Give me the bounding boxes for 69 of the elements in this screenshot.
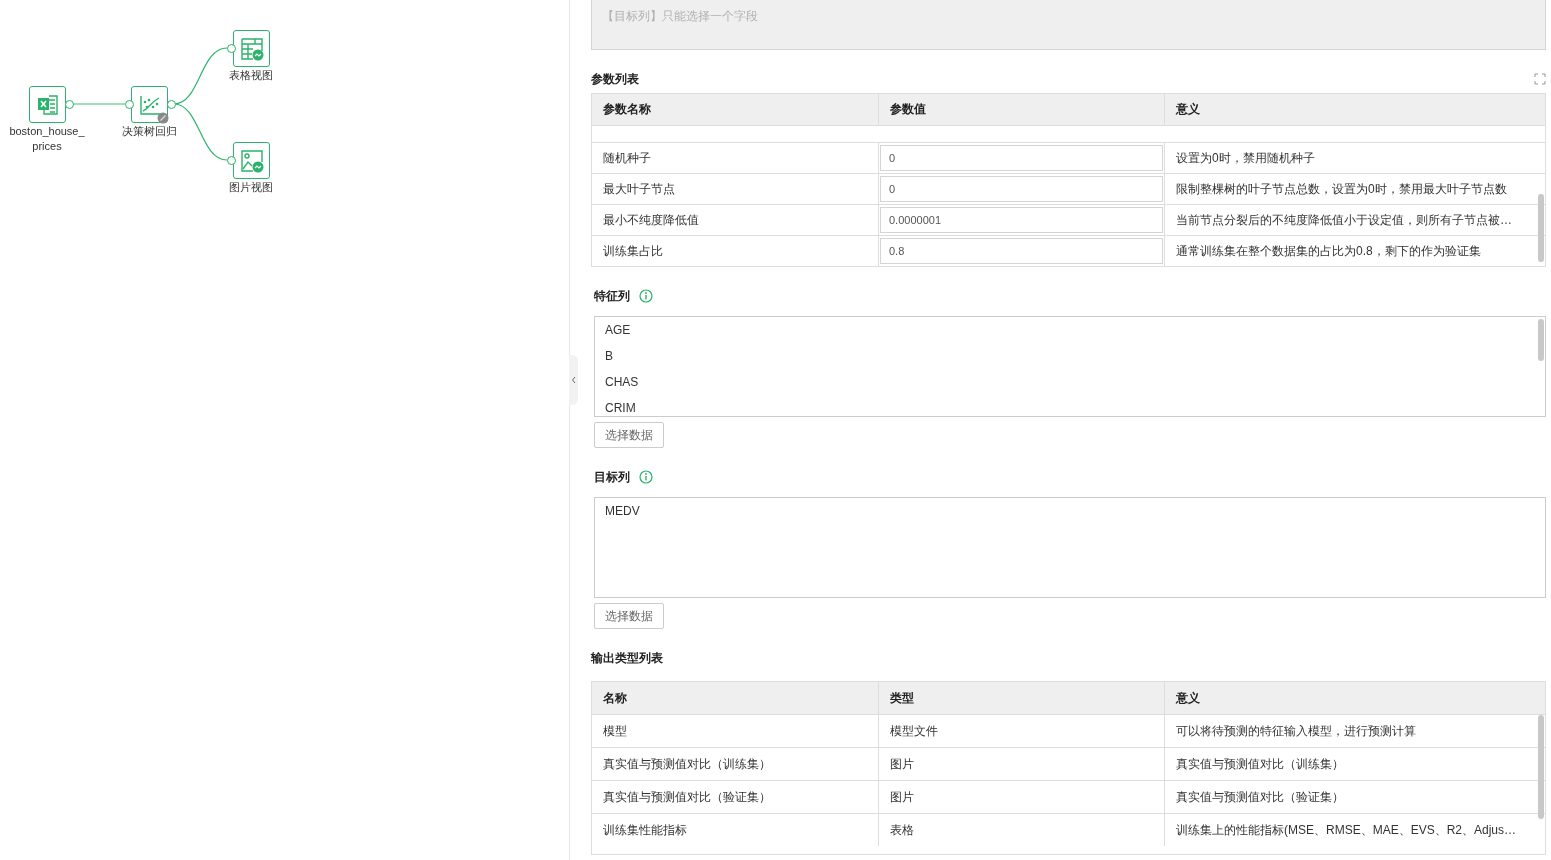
scrollbar[interactable] xyxy=(1538,194,1544,262)
table-cell-text: 当前节点分裂后的不纯度降低值小于设定值，则所有子节点被… xyxy=(1175,211,1513,229)
column-list[interactable]: MEDV xyxy=(594,497,1546,598)
info-icon xyxy=(639,289,653,303)
scrollbar[interactable] xyxy=(1538,319,1544,361)
list-item[interactable]: CHAS xyxy=(605,373,639,399)
table-cell-text: 限制整棵树的叶子节点总数，设置为0时，禁用最大叶子节点数 xyxy=(1175,180,1508,198)
table-cell-text: 设置为0时，禁用随机种子 xyxy=(1175,149,1316,167)
table-cell: 模型 xyxy=(592,715,879,747)
select-data-button[interactable]: 选择数据 xyxy=(594,603,664,629)
workflow-node[interactable] xyxy=(131,86,168,123)
column-header: 参数值 xyxy=(879,94,1165,125)
table-cell: 模型文件 xyxy=(879,715,1165,747)
table-cell-text: 通常训练集在整个数据集的占比为0.8，剩下的作为验证集 xyxy=(1175,242,1482,260)
info-icon xyxy=(639,470,653,484)
section-title: 输出类型列表 xyxy=(591,649,663,667)
node-label: 图片视图 xyxy=(228,180,274,195)
output-port[interactable] xyxy=(65,100,74,109)
table-cell: 图片 xyxy=(879,748,1165,780)
table-cell: 最大叶子节点 xyxy=(592,174,879,204)
node-label: 表格视图 xyxy=(228,68,274,83)
workflow-node[interactable] xyxy=(233,30,270,67)
collapse-handle[interactable] xyxy=(569,355,578,405)
chevron-left-icon xyxy=(570,376,577,384)
table-cell: 图片 xyxy=(879,781,1165,813)
list-item[interactable]: B xyxy=(605,347,613,373)
column-list[interactable]: AGE B CHAS CRIM xyxy=(594,316,1546,417)
field-label: 特征列 xyxy=(594,287,630,305)
connector-line xyxy=(173,47,228,105)
node-label: 决策树回归 xyxy=(120,124,178,139)
table-cell: 表格 xyxy=(879,814,1165,846)
column-header: 参数名称 xyxy=(592,94,879,125)
value-input[interactable]: 0 xyxy=(880,145,1163,171)
table-cell: 随机种子 xyxy=(592,143,879,173)
value-input[interactable]: 0.8 xyxy=(880,238,1163,264)
fullscreen-icon xyxy=(1534,73,1546,85)
workflow-node[interactable] xyxy=(29,86,66,123)
column-header: 类型 xyxy=(879,682,1165,714)
value-input[interactable]: 0.0000001 xyxy=(880,207,1163,233)
scrollbar[interactable] xyxy=(1538,715,1544,819)
select-data-button[interactable]: 选择数据 xyxy=(594,422,664,448)
excel-file-icon xyxy=(35,92,60,117)
connector-line xyxy=(72,103,125,105)
table-view-icon xyxy=(239,36,264,61)
workflow-node[interactable] xyxy=(233,142,270,179)
column-header: 意义 xyxy=(1175,689,1201,707)
table-cell-text: 真实值与预测值对比（验证集） xyxy=(1175,788,1345,806)
column-header: 名称 xyxy=(592,682,879,714)
table-cell: 训练集性能指标 xyxy=(592,814,879,846)
table-cell: 最小不纯度降低值 xyxy=(592,205,879,235)
field-label: 目标列 xyxy=(594,468,630,486)
value-input[interactable]: 0 xyxy=(880,176,1163,202)
list-item[interactable]: AGE xyxy=(605,321,631,347)
output-port[interactable] xyxy=(167,100,176,109)
section-title: 参数列表 xyxy=(591,70,639,88)
column-header: 意义 xyxy=(1175,101,1201,118)
table-cell-text: 可以将待预测的特征输入模型，进行预测计算 xyxy=(1175,722,1417,740)
table-cell: 真实值与预测值对比（训练集） xyxy=(592,748,879,780)
input-port[interactable] xyxy=(227,44,236,53)
table-cell-text: 真实值与预测值对比（训练集） xyxy=(1175,755,1345,773)
list-item[interactable]: MEDV xyxy=(605,502,640,528)
table-cell: 真实值与预测值对比（验证集） xyxy=(592,781,879,813)
table-cell-text: 训练集上的性能指标(MSE、RMSE、MAE、EVS、R2、Adjus… xyxy=(1175,821,1518,839)
input-port[interactable] xyxy=(227,156,236,165)
table-cell: 训练集占比 xyxy=(592,236,879,266)
list-item[interactable]: CRIM xyxy=(605,399,636,416)
input-port[interactable] xyxy=(125,100,134,109)
node-label: boston_house_ prices xyxy=(8,124,86,154)
image-view-icon xyxy=(239,148,264,173)
